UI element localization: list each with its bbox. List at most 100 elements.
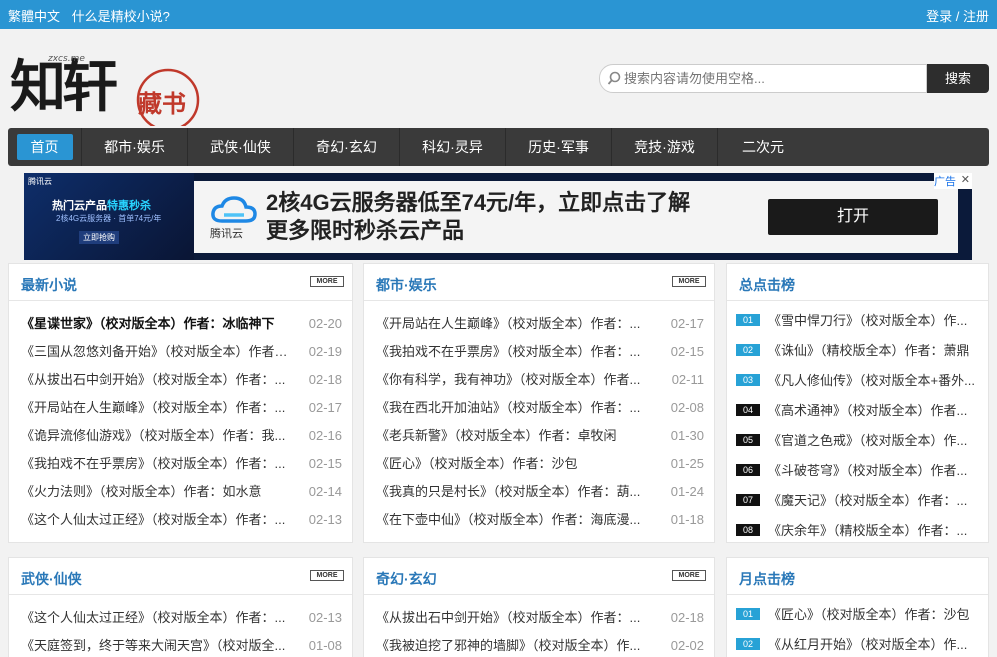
book-date: 01-24	[670, 484, 704, 499]
book-link[interactable]: 《我在西北开加油站》（校对版全本）作者：...	[376, 400, 651, 416]
book-link[interactable]: 《斗破苍穹》（校对版全本）作者...	[768, 460, 980, 479]
book-link[interactable]: 《雪中悍刀行》（校对版全本）作...	[768, 310, 980, 329]
site-logo[interactable]: 知轩 zxcs.me 藏书	[8, 44, 208, 132]
book-link[interactable]: 《庆余年》（精校版全本）作者：...	[768, 520, 980, 539]
book-link[interactable]: 《诛仙》（精校版全本）作者：萧鼎	[768, 340, 980, 359]
top-bar-left: 繁體中文 什么是精校小说?	[8, 6, 178, 25]
book-link[interactable]: 《我拍戏不在乎票房》（校对版全本）作者：...	[21, 456, 296, 472]
cloud-icon	[211, 196, 257, 223]
panel-month-rank: 月点击榜 01 《匠心》（校对版全本）作者：沙包 02 《从红月开始》（校对版全本）…	[726, 557, 989, 657]
book-link[interactable]: 《魔天记》（校对版全本）作者：...	[768, 490, 980, 509]
book-link[interactable]: 《我真的只是村长》（校对版全本）作者：葫...	[376, 484, 651, 500]
panel-title[interactable]: 都市·娱乐	[376, 275, 437, 295]
book-link[interactable]: 《从拔出石中剑开始》（校对版全本）作者：...	[376, 610, 651, 626]
book-link[interactable]: 《匠心》（校对版全本）作者：沙包	[768, 604, 980, 623]
rank-item: 03 《凡人修仙传》（校对版全本+番外...	[735, 370, 980, 400]
list-item: 《从拔出石中剑开始》（校对版全本）作者：... 02-18	[376, 610, 704, 638]
list-item: 《我被迫挖了邪神的墙脚》（校对版全本）作... 02-02	[376, 638, 704, 657]
search-icon	[607, 71, 621, 85]
panel-title[interactable]: 总点击榜	[739, 275, 795, 295]
rank-list: 01 《匠心》（校对版全本）作者：沙包 02 《从红月开始》（校对版全本）作...	[735, 604, 980, 657]
list-item: 《我真的只是村长》（校对版全本）作者：葫... 01-24	[376, 484, 704, 512]
panel-title[interactable]: 最新小说	[21, 275, 77, 295]
ad-banner[interactable]: 腾讯云 热门云产品特惠秒杀 2核4G云服务器 · 首单74元/年 立即抢购 腾讯…	[24, 173, 972, 260]
book-link[interactable]: 《星谍世家》（校对版全本）作者：冰临神下	[21, 316, 296, 332]
nav-acg[interactable]: 二次元	[718, 128, 808, 166]
book-date: 02-14	[308, 484, 342, 499]
list-item: 《星谍世家》（校对版全本）作者：冰临神下 02-20	[21, 316, 342, 344]
more-button[interactable]: MORE	[672, 570, 706, 581]
nav-games[interactable]: 竞技·游戏	[612, 128, 718, 166]
book-date: 02-16	[308, 428, 342, 443]
rank-item: 06 《斗破苍穹》（校对版全本）作者...	[735, 460, 980, 490]
nav-fantasy[interactable]: 奇幻·玄幻	[294, 128, 400, 166]
book-link[interactable]: 《凡人修仙传》（校对版全本+番外...	[768, 370, 980, 389]
book-date: 02-20	[308, 316, 342, 331]
ad-logo-name: 腾讯云	[210, 228, 243, 240]
more-button[interactable]: MORE	[310, 570, 344, 581]
rank-number: 02	[736, 344, 760, 356]
panel-header: 都市·娱乐 MORE	[364, 264, 714, 301]
book-date: 02-18	[670, 610, 704, 625]
panel-urban: 都市·娱乐 MORE 《开局站在人生巅峰》（校对版全本）作者：... 02-17 …	[363, 263, 715, 543]
book-link[interactable]: 《这个人仙太过正经》（校对版全本）作者：...	[21, 610, 296, 626]
panel-fantasy: 奇幻·玄幻 MORE 《从拔出石中剑开始》（校对版全本）作者：... 02-18 …	[363, 557, 715, 657]
list-item: 《诡异流修仙游戏》（校对版全本）作者：我... 02-16	[21, 428, 342, 456]
main-nav: 首页 都市·娱乐 武侠·仙侠 奇幻·玄幻 科幻·灵异 历史·军事 竞技·游戏 二…	[8, 128, 989, 166]
book-date: 02-11	[671, 372, 704, 387]
book-link[interactable]: 《在下壶中仙》（校对版全本）作者：海底漫...	[376, 512, 651, 528]
search-button[interactable]: 搜索	[927, 64, 989, 93]
panel-title[interactable]: 武侠·仙侠	[21, 569, 82, 589]
book-link[interactable]: 《你有科学，我有神功》（校对版全本）作者...	[376, 372, 651, 388]
nav-home[interactable]: 首页	[8, 128, 82, 166]
logo-seal-text: 藏书	[138, 89, 186, 118]
book-link[interactable]: 《官道之色戒》（校对版全本）作...	[768, 430, 980, 449]
panel-total-rank: 总点击榜 01 《雪中悍刀行》（校对版全本）作... 02 《诛仙》（精校版全本）作…	[726, 263, 989, 543]
list-item: 《你有科学，我有神功》（校对版全本）作者... 02-11	[376, 372, 704, 400]
book-link[interactable]: 《老兵新警》（校对版全本）作者：卓牧闲	[376, 428, 651, 444]
search-input[interactable]	[624, 69, 919, 88]
book-link[interactable]: 《从拔出石中剑开始》（校对版全本）作者：...	[21, 372, 296, 388]
list-item: 《从拔出石中剑开始》（校对版全本）作者：... 02-18	[21, 372, 342, 400]
book-link[interactable]: 《开局站在人生巅峰》（校对版全本）作者：...	[21, 400, 296, 416]
more-button[interactable]: MORE	[310, 276, 344, 287]
rank-number: 08	[736, 524, 760, 536]
book-link[interactable]: 《我被迫挖了邪神的墙脚》（校对版全本）作...	[376, 638, 651, 654]
nav-scifi[interactable]: 科幻·灵异	[400, 128, 506, 166]
about-link[interactable]: 什么是精校小说?	[72, 9, 170, 24]
panel-title[interactable]: 奇幻·玄幻	[376, 569, 437, 589]
ad-main: 腾讯云 2核4G云服务器低至74元/年，立即点击了解 更多限时秒杀云产品 打开	[194, 181, 958, 253]
nav-history[interactable]: 历史·军事	[506, 128, 612, 166]
book-link[interactable]: 《开局站在人生巅峰》（校对版全本）作者：...	[376, 316, 651, 332]
book-link[interactable]: 《这个人仙太过正经》（校对版全本）作者：...	[21, 512, 296, 528]
panel-wuxia: 武侠·仙侠 MORE 《这个人仙太过正经》（校对版全本）作者：... 02-13 …	[8, 557, 353, 657]
book-link[interactable]: 《匠心》（校对版全本）作者：沙包	[376, 456, 651, 472]
panel-title[interactable]: 月点击榜	[739, 569, 795, 589]
nav-urban[interactable]: 都市·娱乐	[82, 128, 188, 166]
book-link[interactable]: 《从红月开始》（校对版全本）作...	[768, 634, 980, 653]
logo-graphic: 知轩 zxcs.me 藏书	[10, 54, 200, 132]
book-link[interactable]: 《火力法则》（校对版全本）作者：如水意	[21, 484, 296, 500]
ad-open-button[interactable]: 打开	[768, 199, 938, 235]
rank-item: 08 《庆余年》（精校版全本）作者：...	[735, 520, 980, 550]
ad-close-icon[interactable]: ✕	[961, 173, 970, 186]
book-date: 01-25	[670, 456, 704, 471]
list-item: 《开局站在人生巅峰》（校对版全本）作者：... 02-17	[21, 400, 342, 428]
rank-number: 03	[736, 374, 760, 386]
panel-latest: 最新小说 MORE 《星谍世家》（校对版全本）作者：冰临神下 02-20 《三国从…	[8, 263, 353, 543]
list-item: 《我拍戏不在乎票房》（校对版全本）作者：... 02-15	[376, 344, 704, 372]
traditional-chinese-link[interactable]: 繁體中文	[8, 9, 60, 24]
book-link[interactable]: 《三国从忽悠刘备开始》（校对版全本）作者：...	[21, 344, 296, 360]
book-link[interactable]: 《我拍戏不在乎票房》（校对版全本）作者：...	[376, 344, 651, 360]
top-bar: 繁體中文 什么是精校小说? 登录 / 注册	[0, 0, 997, 29]
ad-left-title-a: 热门云产品	[52, 200, 107, 212]
book-link[interactable]: 《诡异流修仙游戏》（校对版全本）作者：我...	[21, 428, 296, 444]
login-link[interactable]: 登录	[926, 9, 952, 24]
register-link[interactable]: 注册	[963, 9, 989, 24]
book-link[interactable]: 《高术通神》（校对版全本）作者...	[768, 400, 980, 419]
nav-wuxia[interactable]: 武侠·仙侠	[188, 128, 294, 166]
book-list: 《开局站在人生巅峰》（校对版全本）作者：... 02-17 《我拍戏不在乎票房》（…	[376, 316, 704, 540]
book-link[interactable]: 《天庭签到，终于等来大闹天宫》（校对版全...	[21, 638, 296, 654]
more-button[interactable]: MORE	[672, 276, 706, 287]
ad-tag: 广告 ✕	[934, 173, 972, 189]
